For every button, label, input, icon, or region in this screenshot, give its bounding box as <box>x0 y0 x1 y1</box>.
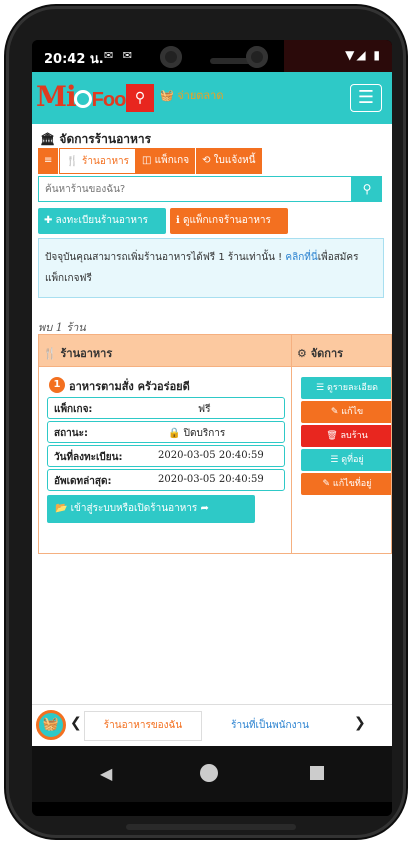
column-header-manage: ⚙ จัดการ <box>297 347 344 360</box>
view-details-button[interactable]: ☰ ดูรายละเอียด <box>301 377 391 399</box>
tab-my-restaurants[interactable]: ร้านอาหารของฉัน <box>84 711 202 741</box>
info-value: 2020-03-05 20:40:59 <box>158 450 264 461</box>
search-icon: ⚲ <box>134 90 146 106</box>
free-limit-notice: ปัจจุบันคุณสามารถเพิ่มร้านอาหารได้ฟรี 1 … <box>38 238 384 298</box>
info-row-package: แพ็กเกจ: ฟรี <box>47 397 285 419</box>
hamburger-icon: ☰ <box>357 87 375 108</box>
delete-shop-button[interactable]: 🗑 ลบร้าน <box>301 425 391 447</box>
enter-restaurant-button[interactable]: 📂 เข้าสู่ระบบหรือเปิดร้านอาหาร ➦ <box>47 495 255 523</box>
logo-ring-icon <box>73 89 92 108</box>
info-value: 2020-03-05 20:40:59 <box>158 474 264 485</box>
info-key: สถานะ: <box>54 428 88 439</box>
tab-employee-restaurants[interactable]: ร้านที่เป็นพนักงาน <box>212 711 328 741</box>
tab-packages[interactable]: ◫ แพ็กเกจ <box>136 148 197 174</box>
market-cart-link[interactable]: 🧺 จ่ายตลาด <box>160 86 223 104</box>
info-key: แพ็กเกจ: <box>54 404 93 415</box>
basket-icon: 🧺 <box>160 89 174 102</box>
mail-notification-icon: ✉ ✉ <box>104 49 135 62</box>
tab-menu[interactable]: ≡ <box>38 148 60 174</box>
recent-apps-icon[interactable] <box>310 766 324 780</box>
hamburger-menu-button[interactable]: ☰ <box>350 84 382 112</box>
shop-search-input[interactable] <box>38 176 352 202</box>
info-key: อัพเดทล่าสุด: <box>54 476 112 487</box>
phone-frame: 20:42 น. ✉ ✉ ▼◢ ▮ MiFood ⚲ 🧺 จ่ายตลาด ☰ <box>6 6 406 838</box>
main-content: 🏛 จัดการร้านอาหาร ≡ 🍴 ร้านอาหาร ◫ แพ็กเก… <box>32 124 392 736</box>
bottom-nav: 🧺 ❮ ร้านอาหารของฉัน ร้านที่เป็นพนักงาน ❯ <box>32 704 392 746</box>
front-sensor-icon <box>246 46 268 68</box>
table-header: 🍴 ร้านอาหาร ⚙ จัดการ <box>39 335 391 367</box>
edit-button[interactable]: ✎ แก้ไข <box>301 401 391 423</box>
row-number-badge: 1 <box>49 377 65 393</box>
search-icon: ⚲ <box>362 182 372 196</box>
info-row-updated: อัพเดทล่าสุด: 2020-03-05 20:40:59 <box>47 469 285 491</box>
column-divider <box>291 335 292 553</box>
basket-icon: 🧺 <box>42 717 60 732</box>
info-row-registered: วันที่ลงทะเบียน: 2020-03-05 20:40:59 <box>47 445 285 467</box>
signal-battery-icon: ▼◢ ▮ <box>345 48 382 62</box>
status-time: 20:42 น. <box>44 52 104 67</box>
restaurant-table: 🍴 ร้านอาหาร ⚙ จัดการ 1 อาหารตามสั่ง ครัว… <box>38 334 392 554</box>
logo-text: Mi <box>36 80 77 113</box>
manage-tabs: ≡ 🍴 ร้านอาหาร ◫ แพ็กเกจ ⟲ ใบแจ้งหนี้ <box>38 148 263 174</box>
info-value: ฟรี <box>198 404 211 415</box>
bottom-speaker-grill <box>126 824 296 830</box>
home-icon[interactable] <box>200 764 218 782</box>
android-nav-bar: ◀ <box>32 746 392 802</box>
header-search-button[interactable]: ⚲ <box>126 84 154 112</box>
status-bar: 20:42 น. ✉ ✉ ▼◢ ▮ <box>32 40 392 72</box>
basket-fab-button[interactable]: 🧺 <box>36 710 66 740</box>
restaurant-name: อาหารตามสั่ง ครัวอร่อยดี <box>69 380 190 393</box>
market-cart-label: จ่ายตลาด <box>177 89 224 102</box>
shop-search-button[interactable]: ⚲ <box>352 176 382 202</box>
info-value: 🔒 ปิดบริการ <box>168 428 226 439</box>
tab-invoices[interactable]: ⟲ ใบแจ้งหนี้ <box>196 148 263 174</box>
info-row-status: สถานะ: 🔒 ปิดบริการ <box>47 421 285 443</box>
phone-chin <box>32 802 392 816</box>
back-icon[interactable]: ◀ <box>100 764 112 783</box>
view-address-button[interactable]: ☰ ดูที่อยู่ <box>301 449 391 471</box>
nav-prev-arrow[interactable]: ❮ <box>70 715 82 731</box>
edit-address-button[interactable]: ✎ แก้ไขที่อยู่ <box>301 473 391 495</box>
register-restaurant-button[interactable]: ✚ ลงทะเบียนร้านอาหาร <box>38 208 166 234</box>
info-key: วันที่ลงทะเบียน: <box>54 452 123 463</box>
column-header-restaurant: 🍴 ร้านอาหาร <box>43 347 113 360</box>
front-camera-icon <box>160 46 182 68</box>
view-packages-button[interactable]: ℹ ดูแพ็กเกจร้านอาหาร <box>170 208 288 234</box>
notice-link[interactable]: คลิกที่นี่ <box>285 252 317 263</box>
notice-text: ปัจจุบันคุณสามารถเพิ่มร้านอาหารได้ฟรี 1 … <box>45 252 286 263</box>
mifood-logo[interactable]: Mi Food <box>36 80 138 113</box>
phone-screen: 20:42 น. ✉ ✉ ▼◢ ▮ MiFood ⚲ 🧺 จ่ายตลาด ☰ <box>32 40 392 816</box>
app-header: Mi Food ⚲ 🧺 จ่ายตลาด ☰ <box>32 72 392 124</box>
nav-next-arrow[interactable]: ❯ <box>354 715 366 731</box>
page-title: 🏛 จัดการร้านอาหาร <box>40 132 152 146</box>
tab-restaurants[interactable]: 🍴 ร้านอาหาร <box>59 148 137 174</box>
